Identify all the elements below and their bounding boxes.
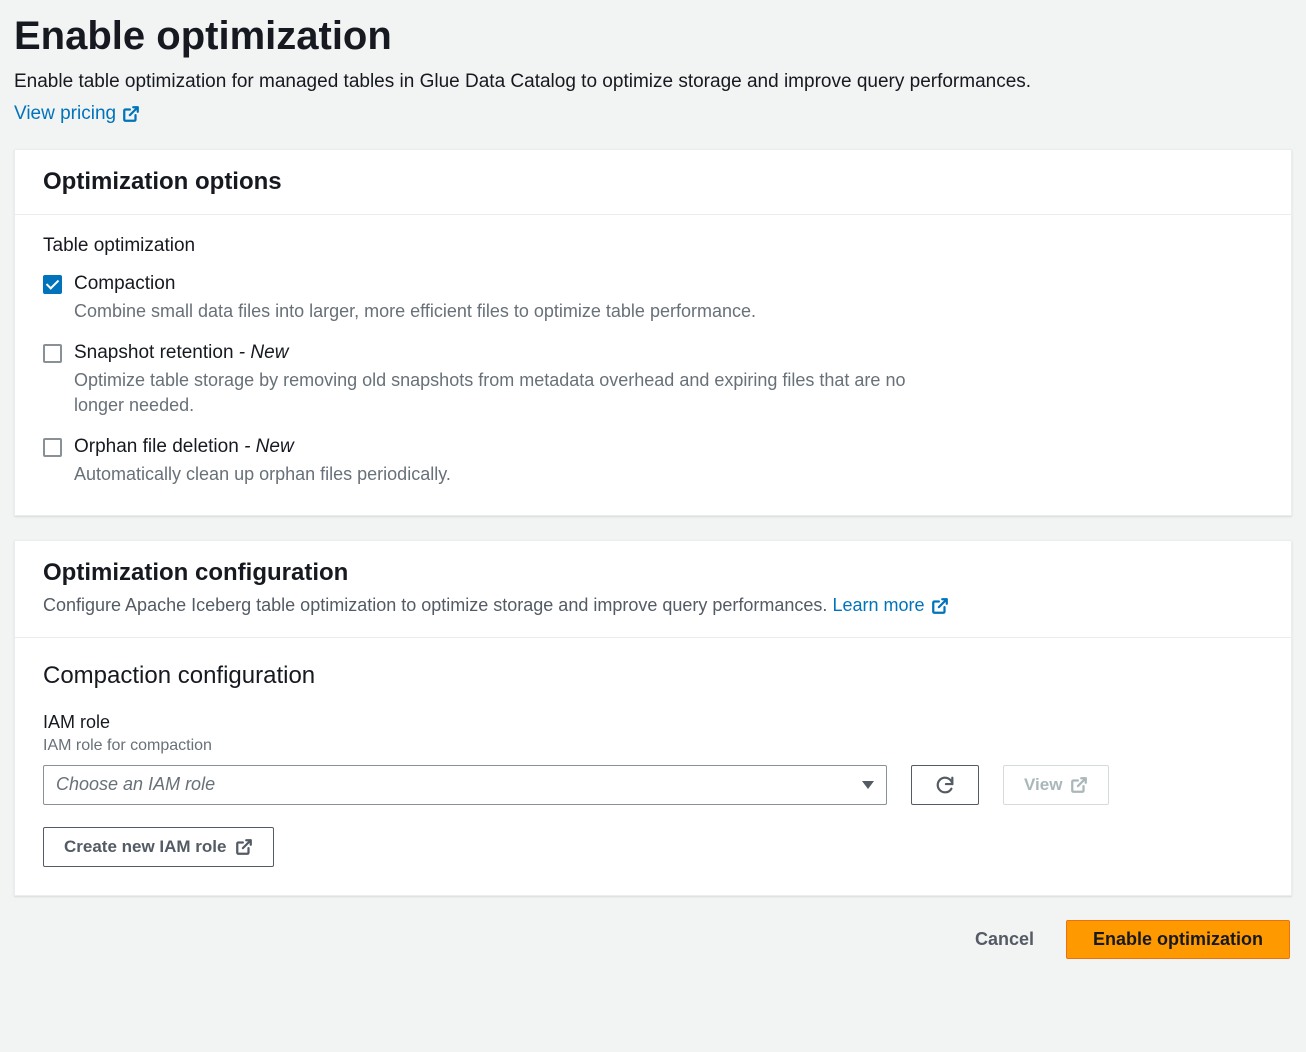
new-tag: - New — [244, 436, 294, 457]
orphan-file-deletion-label: Orphan file deletion — [74, 436, 239, 457]
view-pricing-label: View pricing — [14, 103, 116, 125]
orphan-file-deletion-checkbox[interactable] — [43, 438, 62, 457]
optimization-options-panel: Optimization options Table optimization … — [14, 149, 1292, 517]
external-link-icon — [931, 597, 949, 615]
orphan-file-deletion-description: Automatically clean up orphan files peri… — [74, 462, 451, 487]
compaction-configuration-title: Compaction configuration — [43, 662, 1263, 690]
learn-more-link[interactable]: Learn more — [832, 593, 948, 618]
snapshot-retention-label: Snapshot retention — [74, 342, 234, 363]
snapshot-retention-checkbox[interactable] — [43, 344, 62, 363]
refresh-button[interactable] — [911, 765, 979, 805]
chevron-down-icon — [862, 781, 874, 789]
view-iam-role-button: View — [1003, 765, 1109, 805]
cancel-button[interactable]: Cancel — [957, 920, 1052, 959]
page-title: Enable optimization — [14, 14, 1292, 59]
external-link-icon — [235, 838, 253, 856]
enable-optimization-button[interactable]: Enable optimization — [1066, 920, 1290, 959]
page-subtitle: Enable table optimization for managed ta… — [14, 69, 1292, 95]
checkbox-row-compaction: Compaction Combine small data files into… — [43, 273, 923, 324]
iam-role-select-placeholder: Choose an IAM role — [56, 774, 215, 795]
learn-more-label: Learn more — [832, 593, 924, 618]
checkbox-row-orphan-file-deletion: Orphan file deletion - New Automatically… — [43, 436, 923, 487]
external-link-icon — [122, 105, 140, 123]
compaction-description: Combine small data files into larger, mo… — [74, 299, 756, 324]
iam-role-hint: IAM role for compaction — [43, 737, 1263, 755]
checkbox-row-snapshot-retention: Snapshot retention - New Optimize table … — [43, 342, 923, 418]
external-link-icon — [1070, 776, 1088, 794]
compaction-checkbox[interactable] — [43, 275, 62, 294]
optimization-configuration-panel: Optimization configuration Configure Apa… — [14, 540, 1292, 895]
create-iam-role-button[interactable]: Create new IAM role — [43, 827, 274, 867]
snapshot-retention-description: Optimize table storage by removing old s… — [74, 368, 923, 418]
config-panel-description-text: Configure Apache Iceberg table optimizat… — [43, 595, 827, 615]
view-pricing-link[interactable]: View pricing — [14, 103, 140, 125]
config-panel-title: Optimization configuration — [43, 559, 1263, 587]
compaction-label: Compaction — [74, 273, 175, 294]
iam-role-label: IAM role — [43, 712, 1263, 733]
refresh-icon — [934, 774, 956, 796]
options-panel-title: Optimization options — [43, 168, 1263, 196]
table-optimization-group-label: Table optimization — [43, 235, 1263, 257]
config-panel-description: Configure Apache Iceberg table optimizat… — [43, 593, 1263, 618]
footer-actions: Cancel Enable optimization — [14, 920, 1292, 959]
iam-role-select[interactable]: Choose an IAM role — [43, 765, 887, 805]
new-tag: - New — [239, 342, 289, 363]
create-iam-role-label: Create new IAM role — [64, 837, 227, 857]
view-button-label: View — [1024, 775, 1062, 795]
